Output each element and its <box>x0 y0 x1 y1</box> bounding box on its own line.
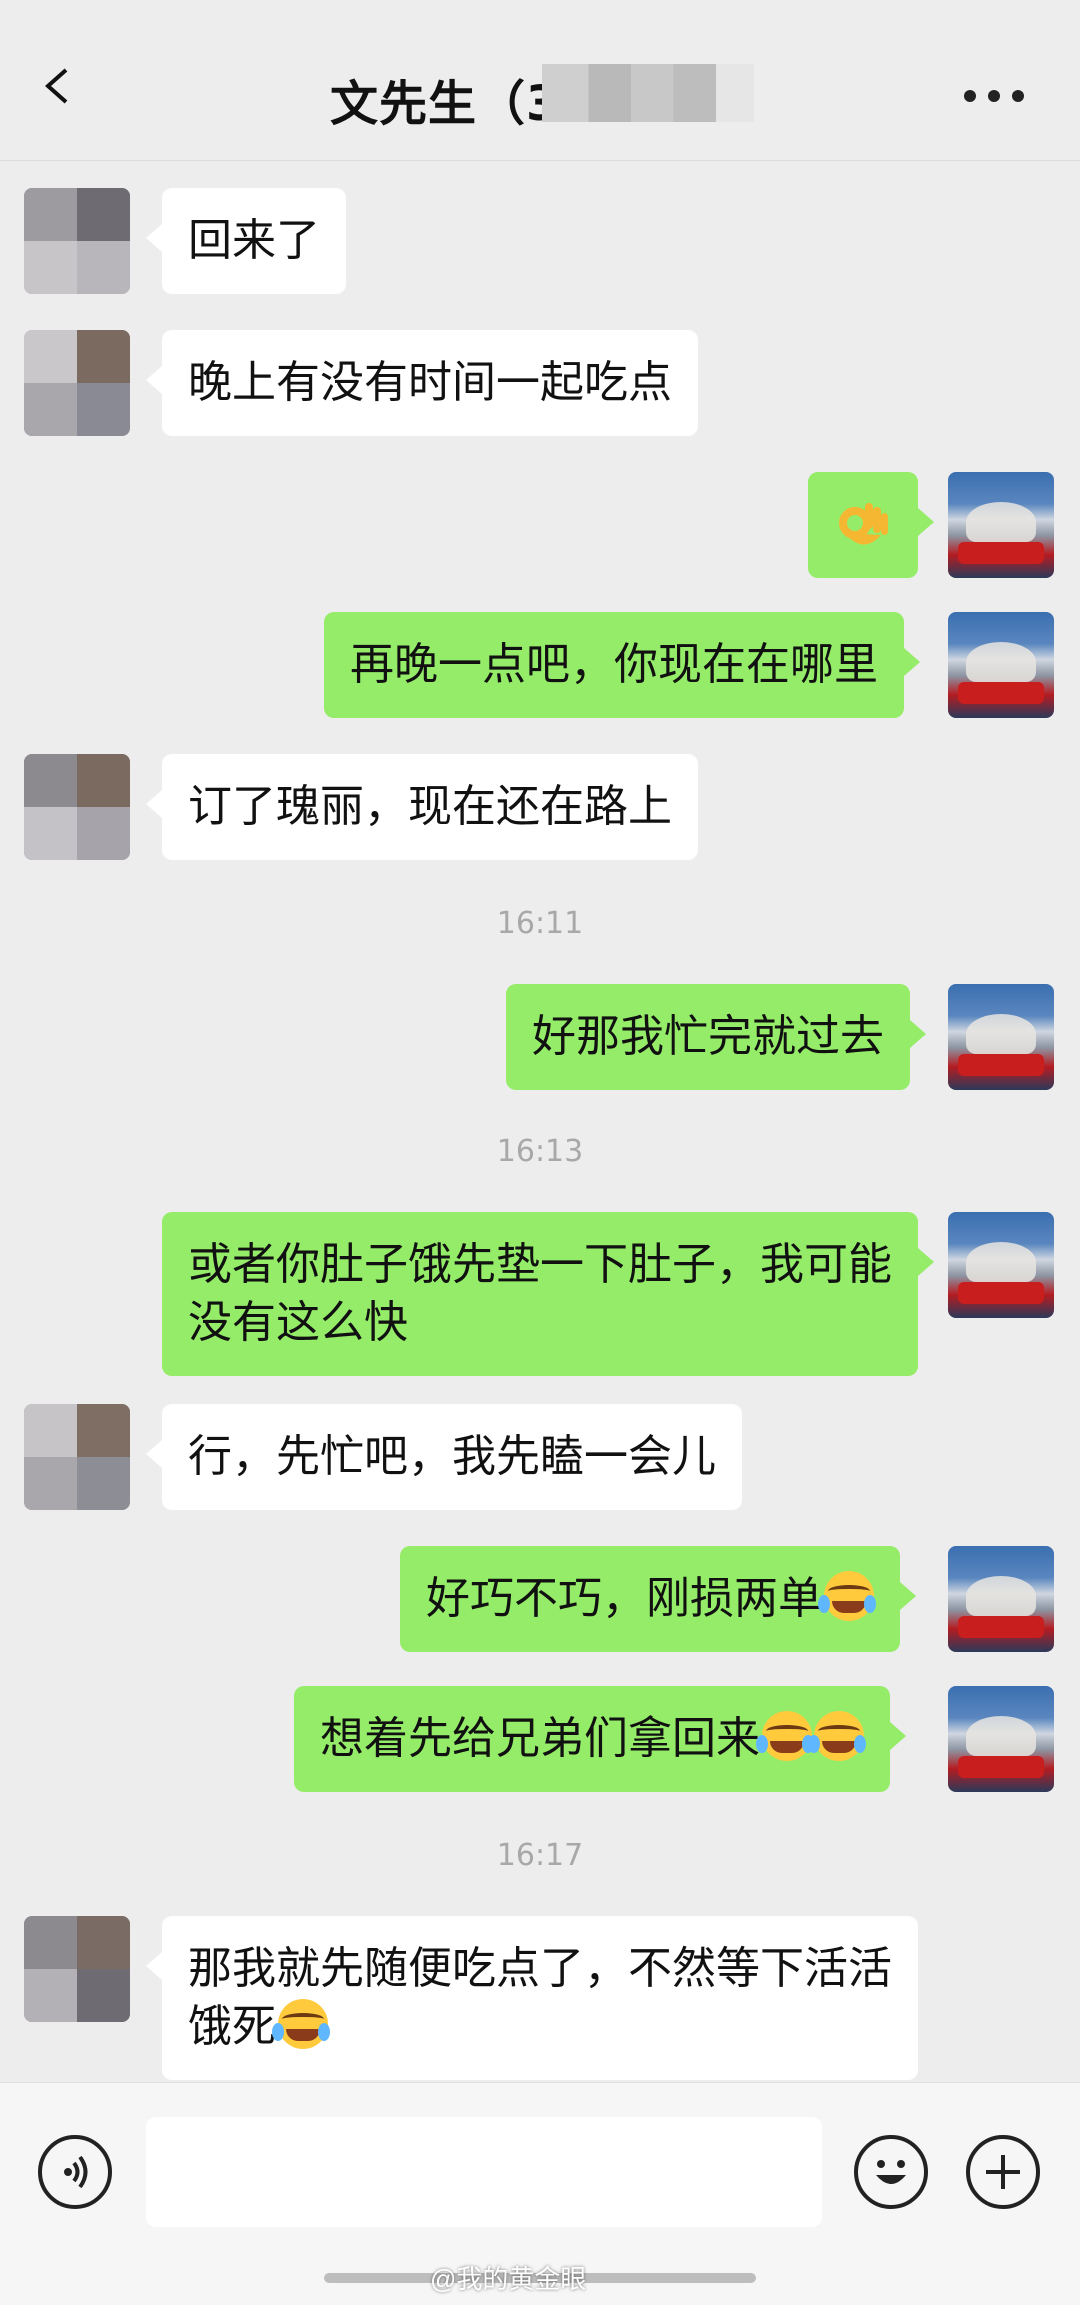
smiley-icon[interactable] <box>854 2135 928 2209</box>
message-text: 好巧不巧，刚损两单 <box>426 1573 822 1624</box>
laughing-crying-emoji <box>818 1571 876 1621</box>
message-bubble-in: 晚上有没有时间一起吃点 <box>146 330 698 436</box>
message-bubble-out: 好巧不巧，刚损两单 <box>400 1546 916 1652</box>
self-avatar[interactable] <box>948 1546 1054 1652</box>
timestamp: 16:11 <box>496 906 584 941</box>
plus-icon[interactable] <box>966 2135 1040 2209</box>
contact-avatar[interactable] <box>24 188 130 294</box>
watermark: @我的黄金眼 <box>430 2264 587 2294</box>
contact-avatar[interactable] <box>24 754 130 860</box>
laughing-crying-emoji <box>756 1711 814 1761</box>
self-avatar[interactable] <box>948 1212 1054 1318</box>
chat-header: 文先生（3 <box>0 0 1080 161</box>
message-bubble-out: 好那我忙完就过去 <box>506 984 926 1090</box>
self-avatar[interactable] <box>948 984 1054 1090</box>
message-bubble-out <box>808 472 934 578</box>
laughing-crying-emoji <box>808 1711 866 1761</box>
self-avatar[interactable] <box>948 1686 1054 1792</box>
more-horizontal-icon[interactable] <box>964 90 1024 102</box>
contact-avatar[interactable] <box>24 1916 130 2022</box>
contact-avatar[interactable] <box>24 1404 130 1510</box>
message-text: 想着先给兄弟们拿回来 <box>320 1713 760 1764</box>
ok-hand-emoji <box>835 497 891 553</box>
timestamp: 16:13 <box>496 1134 584 1169</box>
message-bubble-out: 再晚一点吧，你现在在哪里 <box>324 612 920 718</box>
message-bubble-in: 订了瑰丽，现在还在路上 <box>146 754 698 860</box>
chevron-left-icon[interactable] <box>40 68 76 104</box>
chat-title: 文先生（3 <box>330 76 561 132</box>
title-mosaic <box>542 64 754 122</box>
message-input[interactable] <box>146 2117 822 2227</box>
self-avatar[interactable] <box>948 612 1054 718</box>
message-bubble-out: 或者你肚子饿先垫一下肚子，我可能没有这么快 <box>162 1212 934 1376</box>
laughing-crying-emoji <box>272 1999 330 2049</box>
self-avatar[interactable] <box>948 472 1054 578</box>
voice-icon[interactable] <box>38 2135 112 2209</box>
timestamp: 16:17 <box>496 1838 584 1873</box>
contact-avatar[interactable] <box>24 330 130 436</box>
message-bubble-in: 那我就先随便吃点了，不然等下活活饿死 <box>146 1916 918 2080</box>
message-bubble-out: 想着先给兄弟们拿回来 <box>294 1686 906 1792</box>
input-bar: @我的黄金眼 <box>0 2082 1080 2305</box>
message-bubble-in: 回来了 <box>146 188 346 294</box>
message-bubble-in: 行，先忙吧，我先瞌一会儿 <box>146 1404 742 1510</box>
